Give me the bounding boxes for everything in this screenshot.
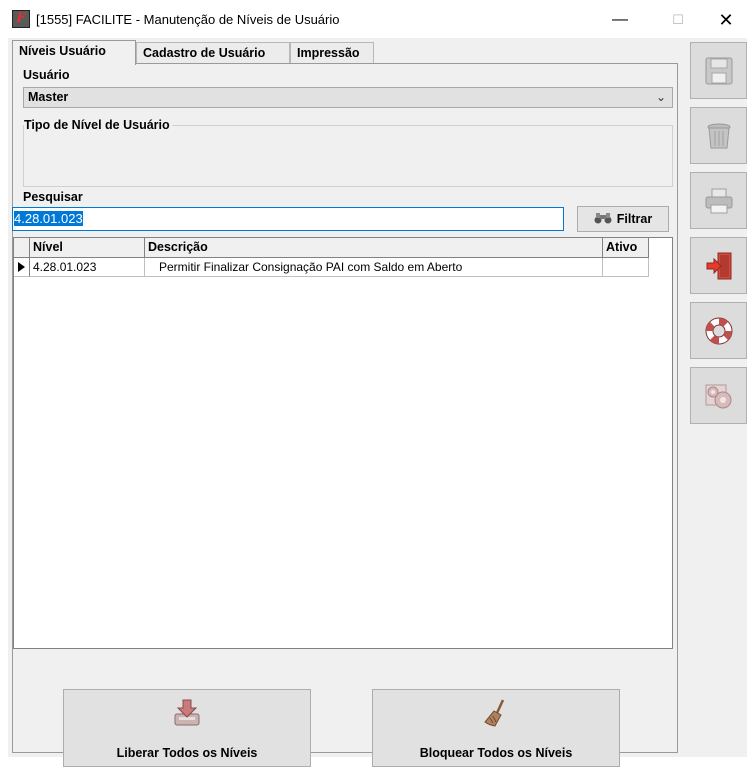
tab-impressao[interactable]: Impressão	[290, 42, 374, 64]
download-tray-icon	[172, 698, 202, 728]
filtrar-label: Filtrar	[616, 212, 653, 226]
window-left-edge	[0, 38, 8, 757]
grid-header: Nível Descrição Ativo	[14, 238, 650, 258]
column-header-nivel[interactable]: Nível	[30, 238, 145, 258]
exit-door-icon	[706, 252, 732, 280]
usuario-label: Usuário	[23, 68, 70, 82]
usuario-select[interactable]: Master ⌄	[23, 87, 673, 108]
right-toolbar	[688, 38, 747, 757]
save-icon	[705, 57, 733, 85]
minimize-button[interactable]: —	[597, 6, 643, 34]
facilite-app-icon[interactable]: F	[12, 10, 30, 28]
tab-cadastro-usuario[interactable]: Cadastro de Usuário	[136, 42, 290, 64]
settings-gears-icon	[705, 384, 732, 409]
filtrar-button[interactable]: Filtrar	[577, 206, 669, 232]
liberar-todos-button[interactable]: Liberar Todos os Níveis	[63, 689, 311, 767]
delete-button[interactable]	[690, 107, 747, 164]
binoculars-icon	[594, 208, 612, 232]
exit-button[interactable]	[690, 237, 747, 294]
tab-niveis-usuario[interactable]: Níveis Usuário	[12, 40, 136, 65]
cell-nivel[interactable]: 4.28.01.023	[30, 258, 145, 277]
window-client: Níveis Usuário Cadastro de Usuário Impre…	[0, 38, 747, 767]
cell-ativo[interactable]	[603, 258, 649, 277]
trash-icon	[707, 123, 731, 149]
pesquisar-input-value: 4.28.01.023	[14, 211, 83, 226]
window-title: [1555] FACILITE - Manutenção de Níveis d…	[36, 12, 340, 27]
close-button[interactable]: ✕	[703, 6, 747, 34]
cell-descricao[interactable]: Permitir Finalizar Consignação PAI com S…	[145, 258, 603, 277]
print-button[interactable]	[690, 172, 747, 229]
help-button[interactable]	[690, 302, 747, 359]
table-row[interactable]: 4.28.01.023 Permitir Finalizar Consignaç…	[14, 258, 650, 277]
save-button[interactable]	[690, 42, 747, 99]
column-header-ativo[interactable]: Ativo	[603, 238, 649, 258]
title-bar: F [1555] FACILITE - Manutenção de Níveis…	[0, 0, 747, 38]
tipo-nivel-label: Tipo de Nível de Usuário	[24, 118, 172, 132]
bloquear-todos-button[interactable]: Bloquear Todos os Níveis	[372, 689, 620, 767]
pesquisar-input[interactable]: 4.28.01.023	[12, 207, 564, 231]
tab-panel-niveis: Usuário Master ⌄ Tipo de Nível de Usuári…	[12, 63, 678, 767]
printer-icon	[705, 188, 733, 214]
bloquear-todos-label: Bloquear Todos os Níveis	[419, 746, 573, 760]
column-header-descricao[interactable]: Descrição	[145, 238, 603, 258]
tipo-nivel-groupbox: Tipo de Nível de Usuário	[23, 118, 673, 187]
settings-button[interactable]	[690, 367, 747, 424]
chevron-down-icon[interactable]: ⌄	[656, 88, 666, 107]
pesquisar-label: Pesquisar	[23, 190, 83, 204]
niveis-grid[interactable]: Nível Descrição Ativo 4.28.01.023 Permit…	[13, 237, 673, 649]
maximize-button[interactable]: ☐	[655, 6, 701, 34]
broom-icon	[481, 698, 511, 728]
usuario-select-value: Master	[28, 90, 69, 104]
liberar-todos-label: Liberar Todos os Níveis	[116, 746, 258, 760]
grid-header-indicator	[14, 238, 30, 258]
row-pointer-icon	[14, 258, 30, 277]
help-lifebuoy-icon	[705, 317, 733, 345]
